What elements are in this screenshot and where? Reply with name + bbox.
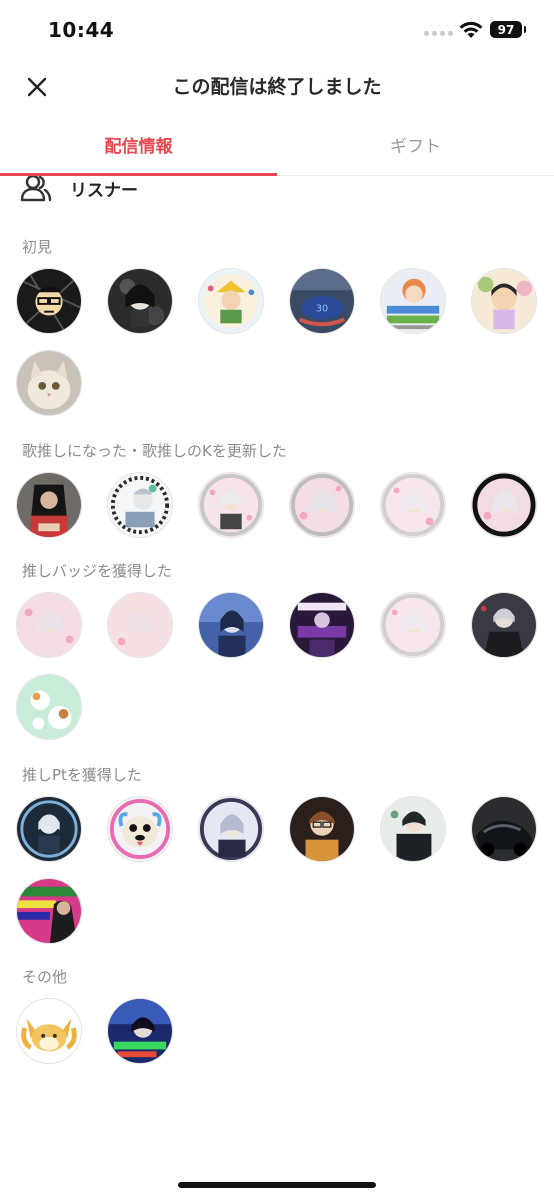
tab-bar: 配信情報 ギフト [0,118,554,176]
listener-avatar[interactable] [16,674,82,740]
users-icon [20,176,52,202]
listener-avatar[interactable] [380,268,446,334]
listener-avatar[interactable] [107,796,173,862]
tab-gift[interactable]: ギフト [277,118,554,175]
listener-avatar[interactable] [289,796,355,862]
group-label-oshi-pt: 推しPtを獲得した [22,766,142,784]
header: この配信は終了しました [0,62,554,112]
listener-section-title: リスナー [70,181,138,201]
listener-avatar[interactable] [198,472,264,538]
status-bar: 10:44 97 [0,0,554,62]
tab-stream-info[interactable]: 配信情報 [0,118,277,176]
group-label-other: その他 [22,968,68,986]
listener-avatar[interactable] [471,268,537,334]
status-time: 10:44 [48,18,115,42]
listener-avatar[interactable] [289,472,355,538]
wifi-icon [459,21,483,38]
listener-avatar[interactable] [16,998,82,1064]
listener-avatar[interactable] [471,796,537,862]
listener-avatar[interactable] [289,592,355,658]
listener-avatar[interactable] [380,592,446,658]
svg-text:30: 30 [316,304,328,315]
listener-avatar[interactable] [107,592,173,658]
listener-avatar[interactable] [380,796,446,862]
listener-avatar[interactable] [198,268,264,334]
listener-avatar[interactable] [471,592,537,658]
page-title: この配信は終了しました [172,76,382,98]
listener-avatar[interactable] [16,472,82,538]
group-label-oshi-badge: 推しバッジを獲得した [22,562,173,580]
listener-avatar[interactable] [16,796,82,862]
listener-avatar[interactable] [107,268,173,334]
listener-avatar[interactable] [471,472,537,538]
group-label-first-time: 初見 [22,238,53,256]
listener-avatar[interactable] [16,350,82,416]
listener-avatar[interactable] [16,268,82,334]
listener-avatar[interactable] [16,592,82,658]
listener-avatar[interactable] [107,472,173,538]
listener-avatar[interactable] [380,472,446,538]
listener-avatar[interactable] [107,998,173,1064]
listener-section-header: リスナー [0,176,554,206]
home-indicator [178,1182,376,1188]
listener-avatar[interactable]: 30 [289,268,355,334]
listener-avatar[interactable] [198,592,264,658]
group-label-song-oshi: 歌推しになった・歌推しのKを更新した [22,442,287,460]
listener-avatar[interactable] [198,796,264,862]
battery-icon: 97 [490,21,526,38]
listener-avatar[interactable] [16,878,82,944]
signal-icon [424,31,453,36]
